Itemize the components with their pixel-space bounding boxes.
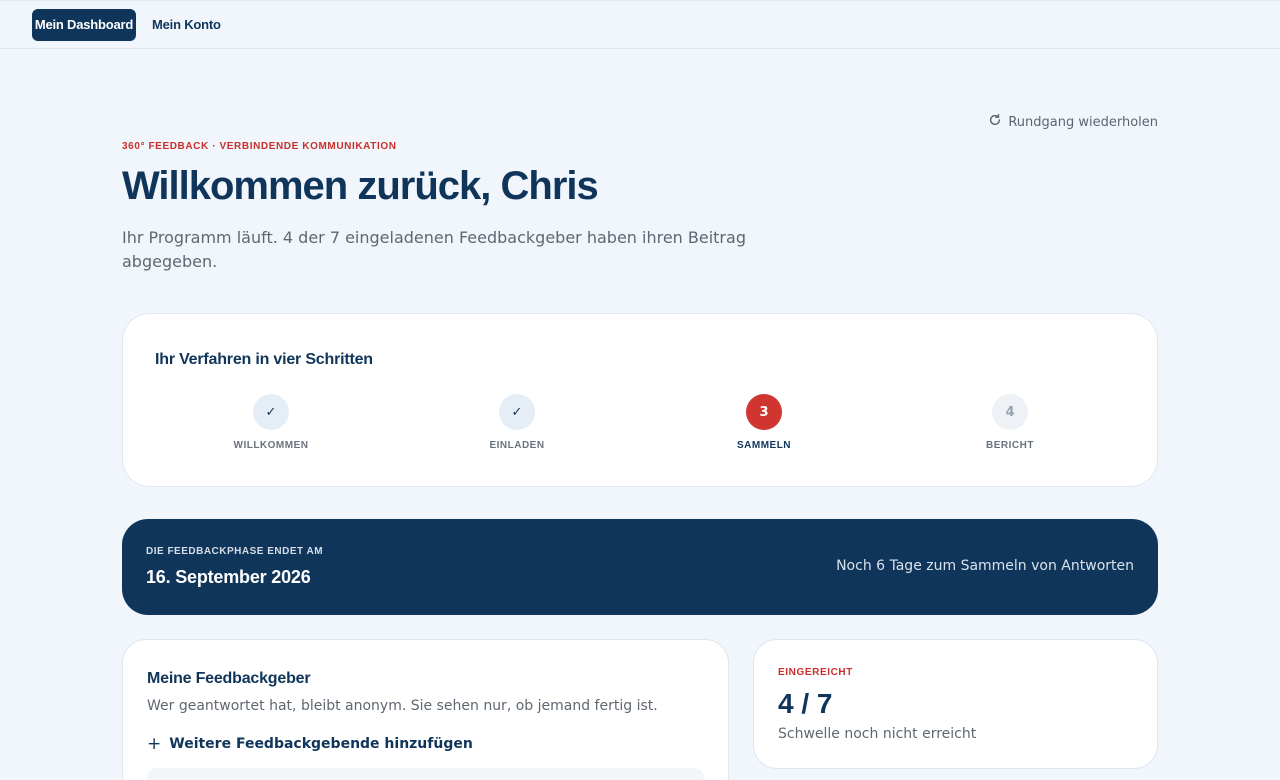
step-invite: ✓ EINLADEN	[457, 394, 577, 451]
page-title: Willkommen zurück, Chris	[122, 164, 599, 208]
program-eyebrow: 360° FEEDBACK · VERBINDENDE KOMMUNIKATIO…	[122, 141, 397, 152]
step-label: SAMMELN	[736, 440, 792, 451]
process-steps-card: Ihr Verfahren in vier Schritten ✓ WILLKO…	[122, 313, 1158, 487]
replay-tour-label: Rundgang wiederholen	[1008, 114, 1158, 130]
submitted-count: 4 / 7	[778, 688, 833, 719]
deadline-label: DIE FEEDBACKPHASE ENDET AM	[146, 546, 324, 557]
refresh-icon	[988, 113, 1002, 131]
days-remaining: Noch 6 Tage zum Sammeln von Antworten	[836, 558, 1134, 574]
plus-icon: +	[147, 734, 162, 754]
nav-my-dashboard[interactable]: Mein Dashboard	[32, 9, 136, 41]
step-number-badge: 4	[992, 394, 1028, 430]
submitted-label: EINGEREICHT	[778, 667, 853, 678]
submitted-status-card: EINGEREICHT 4 / 7 Schwelle noch nicht er…	[753, 639, 1158, 769]
step-label: WILLKOMMEN	[233, 440, 309, 451]
deadline-banner: DIE FEEDBACKPHASE ENDET AM 16. September…	[122, 519, 1158, 615]
step-done-check-icon: ✓	[253, 394, 289, 430]
step-done-check-icon: ✓	[499, 394, 535, 430]
nav-my-account[interactable]: Mein Konto	[140, 9, 233, 41]
steps-title: Ihr Verfahren in vier Schritten	[155, 351, 373, 368]
feedbackgeber-description: Wer geantwortet hat, bleibt anonym. Sie …	[147, 698, 658, 714]
deadline-date: 16. September 2026	[146, 567, 311, 587]
step-report: 4 BERICHT	[950, 394, 1070, 451]
step-collect: 3 SAMMELN	[704, 394, 824, 451]
list-item	[147, 768, 704, 780]
threshold-note: Schwelle noch nicht erreicht	[778, 726, 977, 742]
add-feedbackgeber-button[interactable]: + Weitere Feedbackgebende hinzufügen	[147, 734, 473, 754]
step-welcome: ✓ WILLKOMMEN	[211, 394, 331, 451]
replay-tour-link[interactable]: Rundgang wiederholen	[988, 113, 1158, 131]
step-number-badge: 3	[746, 394, 782, 430]
step-label: BERICHT	[986, 440, 1034, 451]
page-subtitle: Ihr Programm läuft. 4 der 7 eingeladenen…	[122, 228, 746, 271]
step-label: EINLADEN	[489, 440, 545, 451]
feedbackgeber-title: Meine Feedbackgeber	[147, 670, 311, 687]
top-navigation: Mein Dashboard Mein Konto	[0, 0, 1280, 49]
feedbackgeber-card: Meine Feedbackgeber Wer geantwortet hat,…	[122, 639, 729, 780]
add-feedbackgeber-label: Weitere Feedbackgebende hinzufügen	[169, 736, 473, 752]
